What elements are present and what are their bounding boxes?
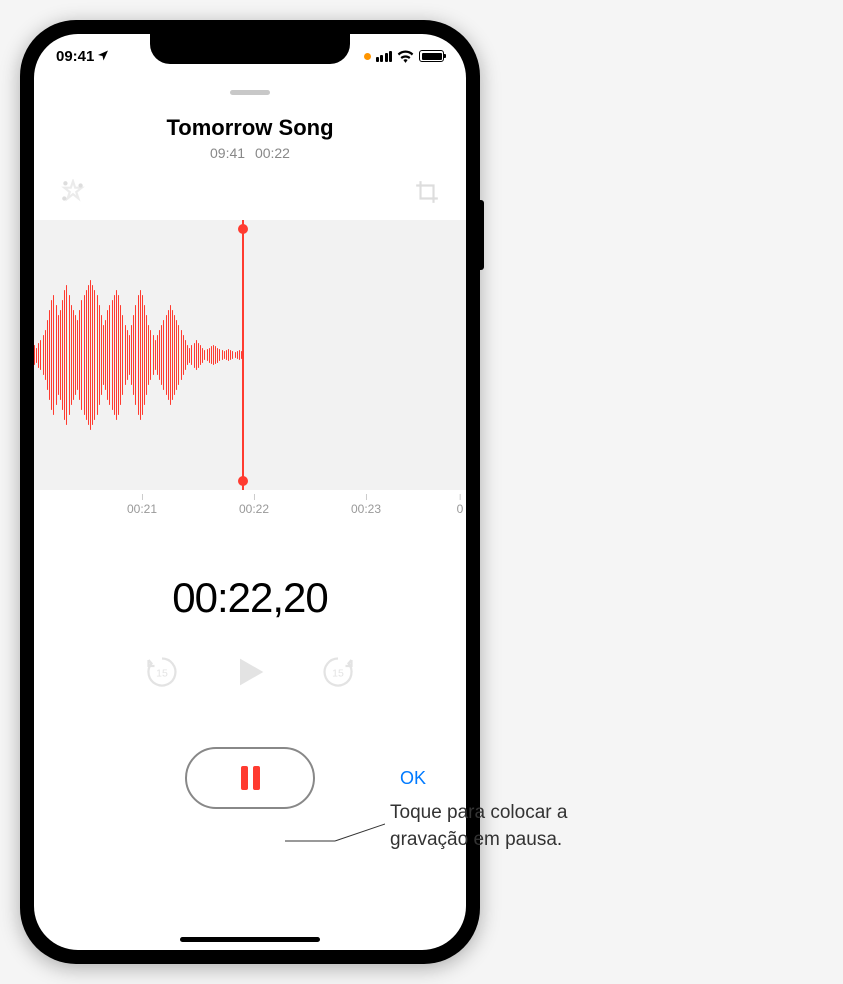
recording-duration: 00:22 xyxy=(255,145,290,161)
wifi-icon xyxy=(397,50,414,63)
tools-row xyxy=(34,161,466,220)
timeline-tick: 00:22 xyxy=(239,502,269,516)
timeline-tick: 00:21 xyxy=(127,502,157,516)
timeline-tick: 00:23 xyxy=(351,502,381,516)
play-icon[interactable] xyxy=(230,652,270,697)
callout-text: Toque para colocar a gravação em pausa. xyxy=(390,800,630,853)
drag-handle[interactable] xyxy=(230,90,270,95)
skip-forward-15-icon[interactable]: 15 xyxy=(320,654,356,695)
side-button xyxy=(480,200,484,270)
location-icon xyxy=(97,49,109,64)
status-time: 09:41 xyxy=(56,48,94,65)
crop-icon[interactable] xyxy=(414,179,440,210)
recording-indicator-dot xyxy=(364,53,371,60)
playback-controls: 15 15 xyxy=(34,652,466,697)
status-right xyxy=(364,50,445,63)
home-indicator[interactable] xyxy=(180,937,320,942)
recording-meta: 09:41 00:22 xyxy=(34,145,466,161)
playhead[interactable] xyxy=(242,220,244,490)
ok-button[interactable]: OK xyxy=(400,768,426,789)
waveform-container[interactable] xyxy=(34,220,466,490)
pause-button[interactable] xyxy=(185,747,315,809)
svg-text:15: 15 xyxy=(332,668,344,680)
cellular-signal-icon xyxy=(376,51,393,62)
notch xyxy=(150,34,350,64)
skip-back-15-icon[interactable]: 15 xyxy=(144,654,180,695)
pause-icon xyxy=(241,766,260,790)
status-left: 09:41 xyxy=(56,48,109,65)
battery-icon xyxy=(419,50,444,62)
elapsed-time: 00:22,20 xyxy=(34,574,466,622)
recording-title: Tomorrow Song xyxy=(34,115,466,141)
svg-text:15: 15 xyxy=(156,668,168,680)
recording-time: 09:41 xyxy=(210,145,245,161)
timeline-tick: 0 xyxy=(457,502,464,516)
enhance-icon[interactable] xyxy=(60,179,86,210)
timeline[interactable]: 00:21 00:22 00:23 0 xyxy=(34,494,466,534)
waveform xyxy=(34,280,244,430)
callout-line xyxy=(285,814,385,874)
